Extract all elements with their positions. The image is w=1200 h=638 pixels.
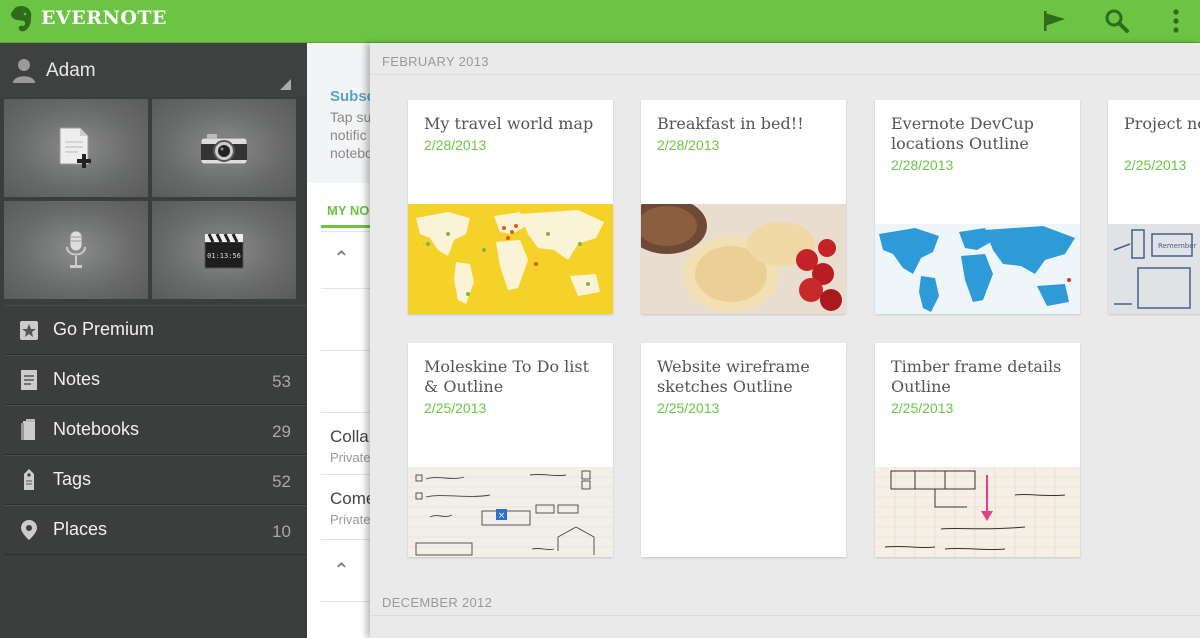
timber-sketch-thumbnail xyxy=(875,467,1080,557)
sidebar-item-label: Notebooks xyxy=(53,419,140,439)
list-item[interactable] xyxy=(321,350,377,412)
new-note-button[interactable] xyxy=(4,99,148,197)
tag-icon xyxy=(24,469,34,490)
note-date: 2/25/2013 xyxy=(1124,157,1187,173)
section-divider xyxy=(370,615,1200,616)
blue-world-map-thumbnail xyxy=(875,224,1080,314)
note-title: Breakfast in bed!! xyxy=(657,114,804,133)
notes-list-panel: Subsc Tap su notific notebo MY NO ⌃ Coll… xyxy=(307,43,377,638)
sidebar-item-notebooks[interactable]: Notebooks 29 xyxy=(4,405,307,455)
note-date: 2/28/2013 xyxy=(891,157,954,173)
list-item-title: Colla xyxy=(330,427,369,446)
note-title: My travel world map xyxy=(424,114,594,133)
evernote-logo-icon[interactable] xyxy=(8,5,34,33)
sidebar-item-label: Places xyxy=(53,519,108,539)
svg-text:01:13:56: 01:13:56 xyxy=(207,252,241,260)
search-icon[interactable] xyxy=(1102,6,1132,36)
subscribe-title: Subsc xyxy=(330,88,376,105)
pancakes-photo-thumbnail xyxy=(641,204,846,314)
notes-icon xyxy=(21,370,37,390)
svg-text:Remember: Remember xyxy=(1158,242,1197,250)
note-date: 2/25/2013 xyxy=(424,400,487,416)
quick-actions-grid: 01:13:56 xyxy=(4,99,296,299)
notes-grid-panel: FEBRUARY 2013 My travel world map 2/28/2… xyxy=(370,43,1200,638)
list-item[interactable] xyxy=(321,288,377,350)
note-title: Evernote DevCup locations Outline xyxy=(891,114,1034,153)
subscribe-line: Tap su xyxy=(330,109,372,125)
list-item-subtitle: Private xyxy=(330,450,371,465)
sidebar-item-count: 29 xyxy=(272,422,291,441)
collapse-chevron-icon[interactable]: ⌃ xyxy=(333,246,350,271)
note-title: Moleskine To Do list & Outline xyxy=(424,357,590,396)
list-item-title: Come xyxy=(330,489,376,508)
svg-text:×: × xyxy=(498,511,506,521)
section-header: DECEMBER 2012 xyxy=(382,595,493,610)
section-divider xyxy=(370,74,1200,75)
account-name: Adam xyxy=(46,60,96,81)
top-app-bar: EVERNOTE xyxy=(0,0,1200,43)
note-card[interactable]: Moleskine To Do list & Outline 2/25/2013 xyxy=(408,343,613,557)
note-date: 2/25/2013 xyxy=(657,400,720,416)
share-flag-icon[interactable] xyxy=(1040,6,1070,36)
overflow-menu-icon[interactable] xyxy=(1161,6,1191,36)
video-note-button[interactable]: 01:13:56 xyxy=(152,201,296,299)
sidebar-item-count: 10 xyxy=(272,522,291,541)
sidebar: Adam 01:13:56 Go Premium Notes 53 Notebo… xyxy=(0,43,307,638)
list-item[interactable]: ⌃ xyxy=(321,231,377,291)
note-date: 2/28/2013 xyxy=(657,137,720,153)
note-title: Website wireframe sketches Outline xyxy=(657,357,810,396)
sidebar-item-notes[interactable]: Notes 53 xyxy=(4,355,307,405)
note-card[interactable]: My travel world map 2/28/2013 xyxy=(408,100,613,314)
subscribe-line: notific xyxy=(330,127,367,143)
note-card[interactable]: Timber frame details Outline 2/25/2013 xyxy=(875,343,1080,557)
section-header: FEBRUARY 2013 xyxy=(382,54,489,69)
user-avatar-icon xyxy=(13,59,35,83)
sidebar-item-go-premium[interactable]: Go Premium xyxy=(4,305,307,355)
note-date: 2/25/2013 xyxy=(891,400,954,416)
list-item[interactable] xyxy=(321,601,377,638)
account-dropdown-indicator xyxy=(280,79,291,90)
note-date: 2/28/2013 xyxy=(424,137,487,153)
note-card[interactable]: Project no Evernote 2/25/2013 Remember xyxy=(1108,100,1200,314)
notebooks-icon xyxy=(21,419,35,440)
sidebar-item-label: Tags xyxy=(53,469,92,489)
sidebar-item-count: 52 xyxy=(272,472,291,491)
premium-icon xyxy=(20,321,38,340)
camera-button[interactable] xyxy=(152,99,296,197)
note-card[interactable]: Evernote DevCup locations Outline 2/28/2… xyxy=(875,100,1080,314)
new-note-icon xyxy=(59,127,91,168)
place-pin-icon xyxy=(21,520,37,540)
sidebar-nav: Go Premium Notes 53 Notebooks 29 Tags 52… xyxy=(4,305,307,555)
tab-indicator xyxy=(321,225,377,228)
note-title: Timber frame details Outline xyxy=(891,357,1062,396)
subscribe-banner[interactable]: Subsc Tap su notific notebo xyxy=(307,43,377,183)
list-item[interactable]: ⌃ xyxy=(321,539,377,601)
account-selector[interactable]: Adam xyxy=(0,43,307,97)
sidebar-item-label: Go Premium xyxy=(53,319,155,339)
sidebar-item-places[interactable]: Places 10 xyxy=(4,505,307,555)
sidebar-item-count: 53 xyxy=(272,372,291,391)
notebook-sketch-thumbnail: × xyxy=(408,467,613,557)
note-card[interactable]: Website wireframe sketches Outline 2/25/… xyxy=(641,343,846,557)
sidebar-item-label: Notes xyxy=(53,369,101,389)
microphone-icon xyxy=(66,230,86,268)
tab-my-notes[interactable]: MY NO xyxy=(327,203,369,218)
yellow-world-map-thumbnail xyxy=(408,204,613,314)
note-card[interactable]: Breakfast in bed!! 2/28/2013 xyxy=(641,100,846,314)
collapse-chevron-icon[interactable]: ⌃ xyxy=(333,558,350,583)
video-clapper-icon: 01:13:56 xyxy=(204,233,244,269)
sidebar-item-tags[interactable]: Tags 52 xyxy=(4,455,307,505)
whiteboard-sketch-thumbnail: Remember xyxy=(1108,224,1200,314)
camera-icon xyxy=(200,134,248,165)
subscribe-line: notebo xyxy=(330,145,373,161)
note-title: Project no Evernote xyxy=(1124,114,1200,133)
audio-note-button[interactable] xyxy=(4,201,148,299)
app-title: EVERNOTE xyxy=(41,7,168,29)
list-item-subtitle: Private xyxy=(330,512,371,527)
